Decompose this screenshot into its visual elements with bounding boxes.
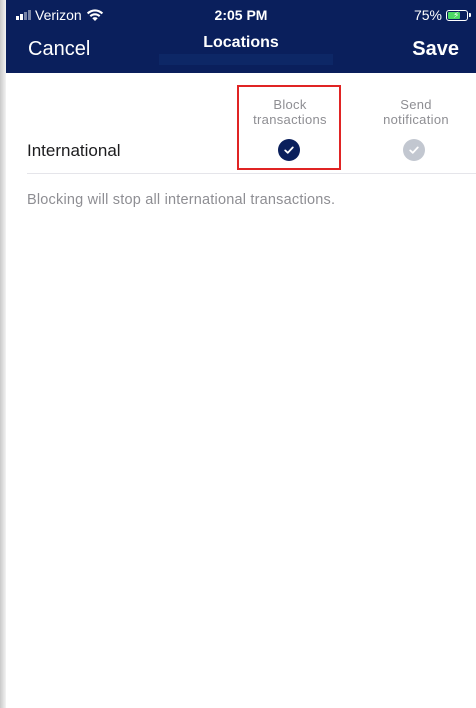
navigation-header: Verizon 2:05 PM 75% ⚡ Cancel Locations S… — [6, 0, 476, 73]
battery-percent: 75% — [413, 7, 442, 23]
footnote-text: Blocking will stop all international tra… — [27, 192, 336, 208]
column-header-notify-line1: Send — [400, 97, 432, 112]
left-edge-shadow — [0, 0, 6, 708]
status-time: 2:05 PM — [214, 7, 268, 23]
battery-tip — [469, 13, 471, 17]
page-title: Locations — [203, 34, 279, 51]
title-underline — [159, 54, 333, 65]
highlight-box — [237, 85, 341, 170]
locations-screen: Verizon 2:05 PM 75% ⚡ Cancel Locations S… — [0, 0, 476, 708]
row-divider — [27, 173, 476, 174]
checkmark-icon — [409, 146, 419, 154]
bolt-icon: ⚡ — [453, 9, 460, 20]
row-label-international: International — [27, 141, 121, 160]
status-right: 75% ⚡ — [413, 7, 471, 23]
column-header-notify: Send notification — [366, 97, 466, 127]
status-bar: Verizon 2:05 PM 75% ⚡ — [6, 6, 476, 26]
save-button[interactable]: Save — [412, 38, 459, 61]
send-notification-checkbox[interactable] — [403, 139, 425, 161]
battery-charging-icon: ⚡ — [446, 9, 471, 21]
column-header-notify-line2: notification — [383, 112, 449, 127]
